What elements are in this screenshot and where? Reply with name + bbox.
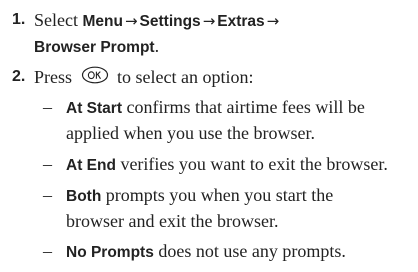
step-text: to select an option:	[117, 67, 254, 87]
option-text: verifies you want to exit the browser.	[115, 154, 388, 174]
option-line-1: No Prompts does not use any prompts.	[66, 238, 346, 266]
dash: –	[43, 241, 52, 261]
dash: –	[43, 185, 52, 205]
option-line-1: Both prompts you when you start the	[66, 182, 333, 210]
step-text: Select	[34, 10, 83, 30]
dash: –	[43, 97, 52, 117]
option-line-1: At Start confirms that airtime fees will…	[66, 94, 365, 122]
period: .	[154, 36, 160, 56]
arrow: →	[266, 12, 280, 30]
option-text: prompts you when you start the	[101, 185, 334, 205]
arrow: →	[124, 12, 138, 30]
option-line-1: At End verifies you want to exit the bro…	[66, 151, 388, 179]
option-line-2: applied when you use the browser.	[66, 123, 315, 143]
arrow: →	[202, 12, 216, 30]
settings-label: Settings	[139, 13, 201, 30]
browser-prompt-label: Browser Prompt	[34, 39, 155, 56]
option-name: Both	[66, 188, 102, 205]
step-text: Press	[34, 67, 73, 87]
ok-key-icon	[81, 65, 109, 91]
dash: –	[43, 154, 52, 174]
option-text: does not use any prompts.	[153, 241, 346, 261]
extras-label: Extras	[217, 13, 265, 30]
step-2-line-1: Press to select an option:	[34, 64, 253, 92]
menu-label: Menu	[82, 13, 123, 30]
option-name: At Start	[66, 100, 122, 117]
option-text: confirms that airtime fees will be	[121, 97, 365, 117]
step-number: 2.	[12, 68, 26, 85]
step-1-line-2: Browser Prompt.	[34, 33, 159, 61]
option-name: No Prompts	[66, 244, 154, 261]
step-1-line-1: Select Menu → Settings → Extras →	[34, 7, 281, 35]
step-number: 1.	[12, 11, 26, 28]
option-line-2: browser and exit the browser.	[66, 211, 279, 231]
option-name: At End	[66, 157, 116, 174]
